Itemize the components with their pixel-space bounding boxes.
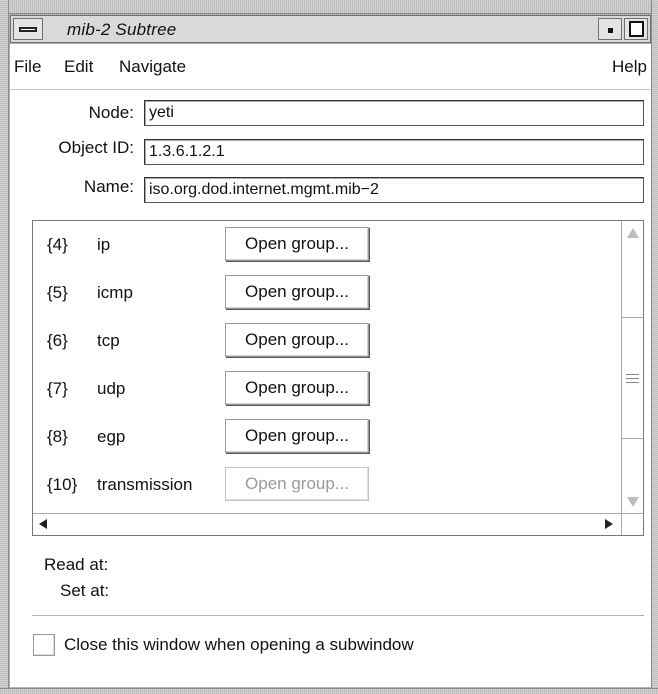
window-menu-icon bbox=[19, 27, 37, 32]
open-group-button-udp[interactable]: Open group... bbox=[225, 371, 369, 405]
menu-file[interactable]: File bbox=[14, 57, 41, 77]
list-item: {6} tcp Open group... bbox=[33, 321, 621, 361]
open-group-button-icmp[interactable]: Open group... bbox=[225, 275, 369, 309]
group-number: {5} bbox=[47, 283, 68, 302]
divider bbox=[32, 615, 644, 616]
node-field[interactable]: yeti bbox=[144, 100, 644, 126]
list-item: {7} udp Open group... bbox=[33, 369, 621, 409]
scroll-down-arrow-icon[interactable] bbox=[627, 497, 639, 507]
group-name: ip bbox=[97, 235, 111, 254]
group-name: icmp bbox=[97, 283, 133, 302]
title-bar[interactable]: mib-2 Subtree bbox=[10, 15, 651, 43]
menu-bar: File Edit Navigate Help bbox=[10, 44, 651, 90]
list-item: {5} icmp Open group... bbox=[33, 273, 621, 313]
open-group-button-egp[interactable]: Open group... bbox=[225, 419, 369, 453]
menu-edit[interactable]: Edit bbox=[64, 57, 93, 77]
close-on-subwindow-checkbox[interactable] bbox=[33, 634, 55, 656]
group-number: {6} bbox=[47, 331, 68, 350]
close-on-subwindow-label[interactable]: Close this window when opening a subwind… bbox=[64, 635, 414, 655]
group-list-panel: {4} ip Open group... {5} icmp Open group… bbox=[32, 220, 644, 536]
minimize-button[interactable] bbox=[598, 18, 622, 40]
window-border-right[interactable] bbox=[651, 0, 658, 694]
group-name: transmission bbox=[97, 475, 193, 494]
menu-help[interactable]: Help bbox=[612, 57, 647, 77]
maximize-button[interactable] bbox=[624, 18, 648, 40]
window-border-bottom[interactable] bbox=[0, 688, 658, 694]
object-id-field[interactable]: 1.3.6.1.2.1 bbox=[144, 139, 644, 165]
open-group-button-tcp[interactable]: Open group... bbox=[225, 323, 369, 357]
group-name: tcp bbox=[97, 331, 120, 350]
name-field[interactable]: iso.org.dod.internet.mgmt.mib−2 bbox=[144, 177, 644, 203]
list-item: {10} transmission Open group... bbox=[33, 465, 621, 505]
scroll-up-arrow-icon[interactable] bbox=[627, 228, 639, 238]
window-border-top[interactable] bbox=[0, 0, 658, 14]
grip-line bbox=[626, 374, 639, 375]
minimize-icon bbox=[608, 28, 613, 33]
horizontal-scrollbar[interactable] bbox=[33, 513, 621, 535]
vertical-scroll-thumb[interactable] bbox=[622, 317, 643, 439]
group-number: {10} bbox=[47, 475, 78, 494]
group-name: egp bbox=[97, 427, 126, 446]
scroll-right-arrow-icon[interactable] bbox=[605, 519, 613, 529]
window-border-left[interactable] bbox=[0, 0, 9, 694]
scroll-left-arrow-icon[interactable] bbox=[39, 519, 47, 529]
open-group-button-transmission: Open group... bbox=[225, 467, 369, 501]
grip-line bbox=[626, 378, 639, 379]
node-label: Node: bbox=[88, 103, 134, 122]
group-number: {7} bbox=[47, 379, 68, 398]
window-title: mib-2 Subtree bbox=[67, 20, 177, 39]
name-label: Name: bbox=[83, 177, 134, 196]
group-name: udp bbox=[97, 379, 126, 398]
scrollbar-corner bbox=[621, 513, 643, 535]
grip-line bbox=[626, 382, 639, 383]
group-number: {8} bbox=[47, 427, 68, 446]
window-menu-button[interactable] bbox=[13, 18, 43, 40]
group-number: {4} bbox=[47, 235, 68, 254]
list-item: {8} egp Open group... bbox=[33, 417, 621, 457]
vertical-scrollbar[interactable] bbox=[621, 221, 643, 513]
open-group-button-ip[interactable]: Open group... bbox=[225, 227, 369, 261]
read-at-label: Read at: bbox=[44, 555, 109, 574]
set-at-label: Set at: bbox=[60, 581, 110, 600]
menu-navigate[interactable]: Navigate bbox=[119, 57, 186, 77]
maximize-icon bbox=[629, 21, 644, 37]
list-item: {4} ip Open group... bbox=[33, 225, 621, 265]
object-id-label: Object ID: bbox=[58, 138, 134, 157]
